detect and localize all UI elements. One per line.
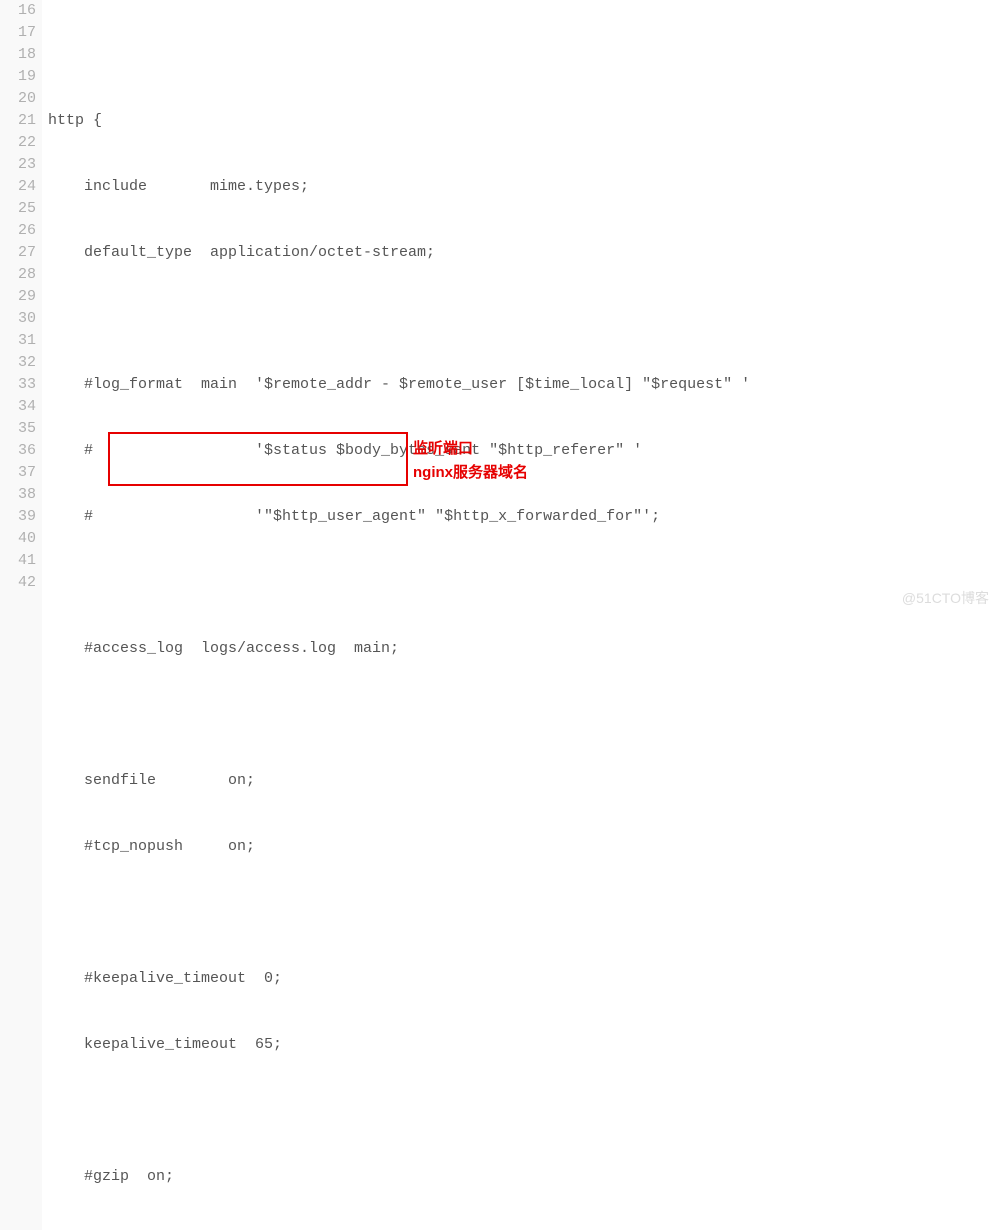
code-line (48, 1100, 750, 1122)
line-number: 16 (2, 0, 36, 22)
code-line (48, 704, 750, 726)
line-number: 26 (2, 220, 36, 242)
code-editor: 16 17 18 19 20 21 22 23 24 25 26 27 28 2… (0, 0, 997, 1230)
code-line: #access_log logs/access.log main; (48, 638, 750, 660)
code-line: http { (48, 110, 750, 132)
line-number: 32 (2, 352, 36, 374)
line-number: 17 (2, 22, 36, 44)
line-number: 39 (2, 506, 36, 528)
code-line (48, 308, 750, 330)
line-number: 30 (2, 308, 36, 330)
line-number: 38 (2, 484, 36, 506)
annotation-listen-port: 监听端口 (413, 438, 473, 460)
code-line: #keepalive_timeout 0; (48, 968, 750, 990)
line-number: 42 (2, 572, 36, 594)
code-line (48, 572, 750, 594)
code-line: include mime.types; (48, 176, 750, 198)
line-number: 23 (2, 154, 36, 176)
line-number: 18 (2, 44, 36, 66)
code-line: sendfile on; (48, 770, 750, 792)
line-number: 40 (2, 528, 36, 550)
line-number: 29 (2, 286, 36, 308)
line-number: 22 (2, 132, 36, 154)
code-line: #log_format main '$remote_addr - $remote… (48, 374, 750, 396)
line-number: 35 (2, 418, 36, 440)
code-line: #gzip on; (48, 1166, 750, 1188)
annotation-server-domain: nginx服务器域名 (413, 462, 528, 484)
line-number: 25 (2, 198, 36, 220)
line-number: 36 (2, 440, 36, 462)
line-number: 31 (2, 330, 36, 352)
line-number: 24 (2, 176, 36, 198)
line-number: 20 (2, 88, 36, 110)
line-number: 28 (2, 264, 36, 286)
code-line: # '$status $body_bytes_sent "$http_refer… (48, 440, 750, 462)
line-number: 41 (2, 550, 36, 572)
line-number: 34 (2, 396, 36, 418)
line-number-gutter: 16 17 18 19 20 21 22 23 24 25 26 27 28 2… (0, 0, 42, 1230)
code-area[interactable]: http { include mime.types; default_type … (42, 0, 750, 1230)
line-number: 21 (2, 110, 36, 132)
code-line: keepalive_timeout 65; (48, 1034, 750, 1056)
line-number: 33 (2, 374, 36, 396)
code-line: # '"$http_user_agent" "$http_x_forwarded… (48, 506, 750, 528)
watermark: @51CTO博客 (902, 587, 989, 609)
line-number: 37 (2, 462, 36, 484)
code-line: #tcp_nopush on; (48, 836, 750, 858)
code-line (48, 902, 750, 924)
line-number: 27 (2, 242, 36, 264)
code-line: default_type application/octet-stream; (48, 242, 750, 264)
line-number: 19 (2, 66, 36, 88)
code-line (48, 44, 750, 66)
